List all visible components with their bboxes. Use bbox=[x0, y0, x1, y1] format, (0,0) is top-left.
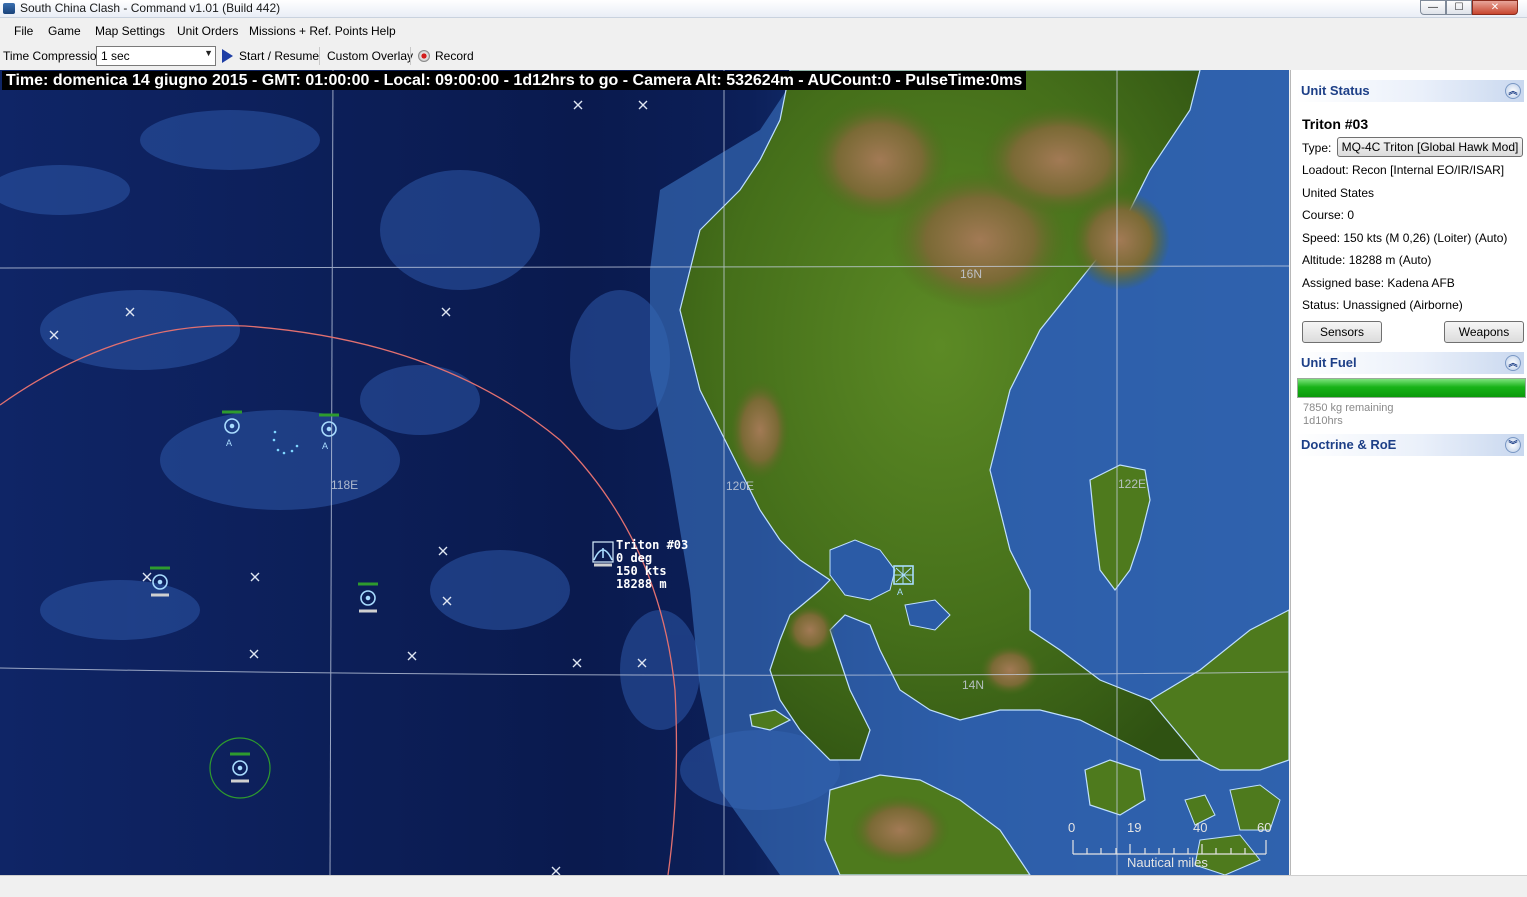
menu-bar: File Game Map Settings Unit Orders Missi… bbox=[0, 20, 1527, 42]
toolbar-separator bbox=[319, 47, 320, 65]
time-compression-value: 1 sec bbox=[101, 49, 130, 63]
fuel-time-text: 1d10hrs bbox=[1303, 415, 1343, 427]
app-icon bbox=[3, 3, 15, 14]
close-button[interactable]: ✕ bbox=[1472, 0, 1518, 15]
unit-label-course: 0 deg bbox=[616, 551, 652, 565]
expand-chevron-icon[interactable]: ︾ bbox=[1505, 437, 1521, 453]
doctrine-title: Doctrine & RoE bbox=[1301, 437, 1397, 452]
record-icon[interactable] bbox=[418, 50, 430, 62]
minimize-button[interactable]: — bbox=[1420, 0, 1446, 15]
sensors-button[interactable]: Sensors bbox=[1302, 321, 1382, 343]
scale-tick-19: 19 bbox=[1127, 820, 1141, 835]
side-text: United States bbox=[1302, 186, 1375, 200]
status-bar bbox=[0, 875, 1527, 897]
collapse-chevron-icon[interactable]: ︽ bbox=[1505, 83, 1521, 99]
fuel-bar bbox=[1297, 378, 1526, 398]
unit-fuel-title: Unit Fuel bbox=[1301, 355, 1357, 370]
tactical-map[interactable]: A A A 118E 120E 122E 16N 14N Triton #03 … bbox=[0, 70, 1289, 875]
map-canvas: A A A 118E 120E 122E 16N 14N Triton #03 … bbox=[0, 70, 1289, 875]
type-label: Type: bbox=[1302, 141, 1332, 155]
status-text: Status: Unassigned (Airborne) bbox=[1302, 298, 1463, 312]
window-title: South China Clash - Command v1.01 (Build… bbox=[20, 1, 281, 15]
dropdown-arrow-icon: ▼ bbox=[204, 48, 213, 58]
toolbar: Time Compression: 1 sec ▼ Start / Resume… bbox=[0, 43, 1527, 69]
assigned-base-text: Assigned base: Kadena AFB bbox=[1302, 276, 1455, 290]
grid-label-14n: 14N bbox=[962, 678, 984, 692]
menu-unit-orders[interactable]: Unit Orders bbox=[177, 24, 238, 38]
menu-game[interactable]: Game bbox=[48, 24, 81, 38]
airbase-label: A bbox=[897, 587, 903, 597]
custom-overlay-button[interactable]: Custom Overlay bbox=[327, 49, 413, 63]
toolbar-separator bbox=[410, 47, 411, 65]
time-compression-label: Time Compression: bbox=[3, 49, 107, 63]
collapse-chevron-icon[interactable]: ︽ bbox=[1505, 355, 1521, 371]
doctrine-header[interactable]: Doctrine & RoE ︾ bbox=[1295, 434, 1524, 456]
scale-unit: Nautical miles bbox=[1127, 855, 1208, 870]
menu-help[interactable]: Help bbox=[371, 24, 396, 38]
unit-type-button[interactable]: MQ-4C Triton [Global Hawk Mod] bbox=[1337, 137, 1523, 157]
unit-status-title: Unit Status bbox=[1301, 83, 1370, 98]
grid-label-16n: 16N bbox=[960, 267, 982, 281]
course-text: Course: 0 bbox=[1302, 208, 1355, 222]
menu-map-settings[interactable]: Map Settings bbox=[95, 24, 165, 38]
contact-label: A bbox=[226, 438, 232, 448]
scale-tick-40: 40 bbox=[1193, 820, 1207, 835]
time-compression-select[interactable]: 1 sec ▼ bbox=[96, 46, 216, 66]
record-button[interactable]: Record bbox=[435, 49, 474, 63]
mindoro-mountains bbox=[850, 795, 950, 865]
unit-name: Triton #03 bbox=[1302, 116, 1369, 132]
speed-text: Speed: 150 kts (M 0,26) (Loiter) (Auto) bbox=[1302, 231, 1508, 245]
unit-status-header[interactable]: Unit Status ︽ bbox=[1295, 80, 1524, 102]
unit-label-altitude: 18288 m bbox=[616, 577, 667, 591]
contact-label: A bbox=[322, 441, 328, 451]
menu-file[interactable]: File bbox=[14, 24, 33, 38]
start-resume-button[interactable]: Start / Resume bbox=[239, 49, 319, 63]
unit-label-name: Triton #03 bbox=[616, 538, 688, 552]
airbase-icon bbox=[893, 565, 914, 585]
unit-fuel-header[interactable]: Unit Fuel ︽ bbox=[1295, 352, 1524, 374]
play-icon[interactable] bbox=[222, 49, 233, 63]
title-bar: South China Clash - Command v1.01 (Build… bbox=[0, 0, 1527, 18]
unit-status-panel: Unit Status ︽ Triton #03 Type: MQ-4C Tri… bbox=[1290, 70, 1527, 875]
fuel-remaining-text: 7850 kg remaining bbox=[1303, 402, 1394, 414]
grid-label-120e: 120E bbox=[726, 479, 754, 493]
altitude-text: Altitude: 18288 m (Auto) bbox=[1302, 253, 1432, 267]
weapons-button[interactable]: Weapons bbox=[1444, 321, 1524, 343]
grid-label-122e: 122E bbox=[1118, 477, 1146, 491]
scale-tick-60: 60 bbox=[1257, 820, 1271, 835]
grid-label-118e: 118E bbox=[331, 478, 358, 492]
map-status-line: Time: domenica 14 giugno 2015 - GMT: 01:… bbox=[2, 71, 1027, 90]
unit-label-speed: 150 kts bbox=[616, 564, 667, 578]
loadout-text: Loadout: Recon [Internal EO/IR/ISAR] bbox=[1302, 163, 1505, 177]
menu-missions-ref-points[interactable]: Missions + Ref. Points bbox=[249, 24, 368, 38]
scale-tick-0: 0 bbox=[1068, 820, 1075, 835]
maximize-button[interactable]: ☐ bbox=[1446, 0, 1472, 15]
